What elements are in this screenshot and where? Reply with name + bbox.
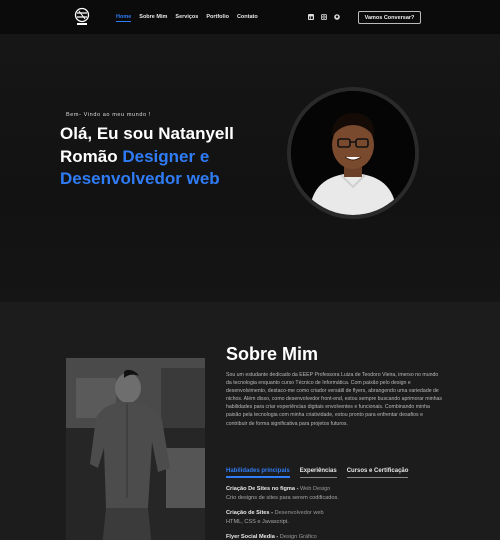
hero-headline: Olá, Eu sou Natanyell Romão Designer e D… (60, 124, 234, 188)
about-title: Sobre Mim (226, 344, 319, 364)
about-description: Sou um estudante dedicado da EEEP Profes… (226, 372, 442, 427)
skill-description: HTML, CSS e Javascript. (226, 519, 289, 525)
about-photo (66, 358, 205, 540)
list-item: Criação De Sites no figma - Web Design C… (226, 486, 466, 501)
menu-item-home[interactable]: Home (116, 14, 132, 22)
github-icon[interactable] (334, 14, 340, 20)
menu-item-sobre-mim[interactable]: Sobre Mim (139, 14, 167, 22)
hero-section: Bem- Vindo ao meu mundo ! Olá, Eu sou Na… (0, 34, 500, 302)
tab-experiences[interactable]: Experiências (299, 468, 337, 478)
menu-item-servicos[interactable]: Serviços (175, 14, 198, 22)
skill-name: Criação de Sites (226, 510, 270, 516)
skill-name: Flyer Social Media (226, 534, 275, 540)
hero-tagline: Bem- Vindo ao meu mundo ! (66, 112, 151, 118)
site-logo[interactable] (73, 7, 91, 27)
tab-skills[interactable]: Habilidades principais (226, 468, 290, 478)
main-menu: Home Sobre Mim Serviços Portfolio Contat… (116, 14, 258, 22)
skill-description: Crio designs de sites para serem codific… (226, 495, 339, 501)
about-section: Sobre Mim Sou um estudante dedicado da E… (0, 302, 500, 540)
social-links (308, 14, 340, 20)
lets-talk-button[interactable]: Vamos Conversar? (358, 11, 421, 24)
menu-item-portfolio[interactable]: Portfolio (206, 14, 229, 22)
skill-category: Desenvolvedor web (274, 510, 324, 516)
skills-list: Criação De Sites no figma - Web Design C… (226, 486, 466, 540)
list-item: Flyer Social Media - Design Gráfico (226, 534, 317, 540)
linkedin-icon[interactable] (308, 14, 314, 20)
instagram-icon[interactable] (321, 14, 327, 20)
list-item: Criação de Sites - Desenvolvedor web HTM… (226, 510, 466, 525)
skill-category: Web Design (300, 486, 331, 492)
tab-courses[interactable]: Cursos e Certificação (346, 468, 409, 478)
top-navbar: Home Sobre Mim Serviços Portfolio Contat… (0, 0, 500, 34)
menu-item-contato[interactable]: Contato (237, 14, 258, 22)
skill-category: Design Gráfico (279, 534, 317, 540)
skill-name: Criação De Sites no figma (226, 486, 296, 492)
about-tabs: Habilidades principais Experiências Curs… (226, 468, 409, 478)
profile-avatar (287, 87, 419, 219)
